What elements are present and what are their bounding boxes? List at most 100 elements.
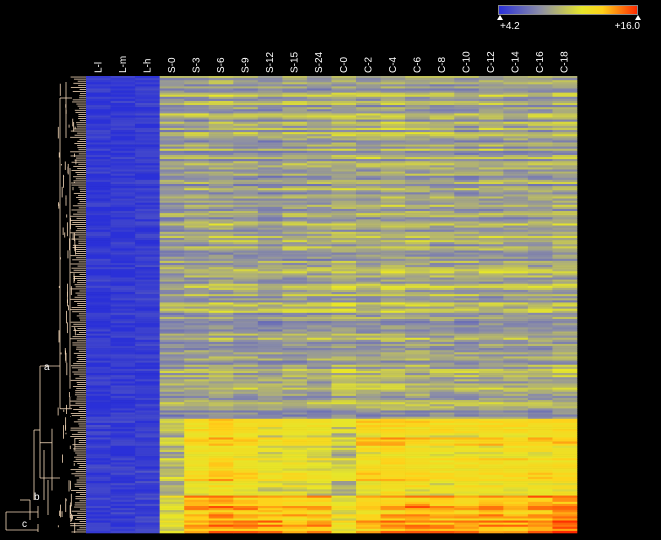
heatmap-cell bbox=[306, 296, 332, 299]
heatmap-cell bbox=[331, 219, 357, 222]
heatmap-cell bbox=[159, 501, 185, 505]
heatmap-cell bbox=[135, 267, 160, 270]
heatmap-cell bbox=[503, 464, 529, 467]
heatmap-cell bbox=[503, 179, 529, 183]
heatmap-cell bbox=[306, 493, 332, 496]
heatmap-cell bbox=[552, 119, 578, 122]
heatmap-cell bbox=[110, 202, 136, 206]
heatmap-cell bbox=[86, 319, 111, 322]
heatmap-cell bbox=[86, 92, 111, 95]
heatmap-cell bbox=[478, 90, 504, 93]
heatmap-cell bbox=[233, 377, 259, 380]
heatmap-cell bbox=[208, 107, 234, 110]
heatmap-cell bbox=[527, 76, 553, 79]
heatmap-cell bbox=[503, 408, 529, 411]
heatmap-cell bbox=[110, 375, 136, 378]
heatmap-cell bbox=[257, 410, 283, 413]
heatmap-cell bbox=[478, 360, 504, 363]
heatmap-cell bbox=[159, 350, 185, 353]
heatmap-cell bbox=[233, 204, 259, 208]
heatmap-cell bbox=[380, 470, 406, 474]
heatmap-cell bbox=[233, 329, 259, 332]
heatmap-cell bbox=[454, 464, 480, 467]
heatmap-cell bbox=[233, 242, 259, 245]
heatmap-cell bbox=[527, 483, 553, 486]
heatmap-cell bbox=[208, 157, 234, 160]
heatmap-cell bbox=[86, 80, 111, 83]
heatmap-cell bbox=[257, 82, 283, 85]
heatmap-cell bbox=[503, 325, 529, 328]
heatmap-cell bbox=[454, 150, 480, 154]
heatmap-cell bbox=[159, 468, 185, 471]
heatmap-cell bbox=[208, 478, 234, 482]
heatmap-cell bbox=[135, 400, 160, 403]
heatmap-cell bbox=[503, 468, 529, 471]
heatmap-cell bbox=[159, 528, 185, 532]
heatmap-cell bbox=[282, 420, 308, 424]
heatmap-cell bbox=[184, 312, 210, 316]
heatmap-cell bbox=[478, 491, 504, 494]
heatmap-cell bbox=[454, 267, 480, 270]
heatmap-cell bbox=[135, 391, 160, 395]
heatmap-cell bbox=[233, 341, 259, 345]
heatmap-cell bbox=[478, 233, 504, 237]
heatmap-cell bbox=[86, 476, 111, 480]
heatmap-cell bbox=[306, 439, 332, 442]
heatmap-cell bbox=[110, 250, 136, 253]
heatmap-cell bbox=[503, 497, 529, 501]
heatmap-cell bbox=[503, 281, 529, 285]
heatmap-cell bbox=[331, 244, 357, 247]
heatmap-cell bbox=[110, 302, 136, 305]
heatmap-cell bbox=[184, 481, 210, 484]
heatmap-cell bbox=[282, 348, 308, 351]
heatmap-cell bbox=[233, 281, 259, 285]
heatmap-cell bbox=[380, 427, 406, 430]
heatmap-cell bbox=[135, 84, 160, 87]
heatmap-cell bbox=[233, 501, 259, 505]
heatmap-cell bbox=[86, 333, 111, 336]
heatmap-cell bbox=[208, 508, 234, 511]
heatmap-cell bbox=[282, 88, 308, 91]
heatmap-cell bbox=[282, 472, 308, 476]
heatmap-cell bbox=[429, 368, 455, 372]
heatmap-cell bbox=[380, 327, 406, 330]
heatmap-cell bbox=[552, 483, 578, 486]
heatmap-cell bbox=[478, 221, 504, 224]
heatmap-cell bbox=[233, 366, 259, 370]
heatmap-cell bbox=[233, 130, 259, 133]
heatmap-cell bbox=[184, 518, 210, 521]
heatmap-cell bbox=[233, 115, 259, 118]
heatmap-cell bbox=[405, 76, 430, 79]
heatmap-cell bbox=[233, 121, 259, 125]
heatmap-cell bbox=[282, 400, 308, 403]
heatmap-cell bbox=[331, 364, 357, 368]
heatmap-cell bbox=[86, 404, 111, 407]
heatmap-cell bbox=[233, 125, 259, 129]
heatmap-cell bbox=[429, 115, 455, 118]
heatmap-cell bbox=[282, 383, 308, 386]
heatmap-cell bbox=[405, 510, 430, 513]
heatmap-cell bbox=[503, 449, 529, 453]
heatmap-cell bbox=[184, 460, 210, 463]
heatmap-cell bbox=[86, 441, 111, 444]
heatmap-cell bbox=[380, 208, 406, 212]
heatmap-cell bbox=[331, 510, 357, 513]
heatmap-cell bbox=[405, 468, 430, 471]
heatmap-cell bbox=[257, 314, 283, 318]
heatmap-cell bbox=[208, 418, 234, 422]
heatmap-cell bbox=[454, 495, 480, 498]
heatmap-cell bbox=[429, 341, 455, 345]
heatmap-cell bbox=[527, 279, 553, 282]
heatmap-cell bbox=[110, 526, 136, 530]
heatmap-cell bbox=[159, 298, 185, 301]
heatmap-cell bbox=[135, 103, 160, 106]
heatmap-cell bbox=[233, 150, 259, 154]
heatmap-cell bbox=[454, 273, 480, 276]
heatmap-cell bbox=[257, 94, 283, 98]
heatmap-cell bbox=[159, 462, 185, 465]
heatmap-cell bbox=[306, 113, 332, 116]
heatmap-cell bbox=[527, 331, 553, 334]
heatmap-cell bbox=[405, 445, 430, 449]
heatmap-cell bbox=[454, 215, 480, 218]
heatmap-cell bbox=[356, 260, 381, 264]
